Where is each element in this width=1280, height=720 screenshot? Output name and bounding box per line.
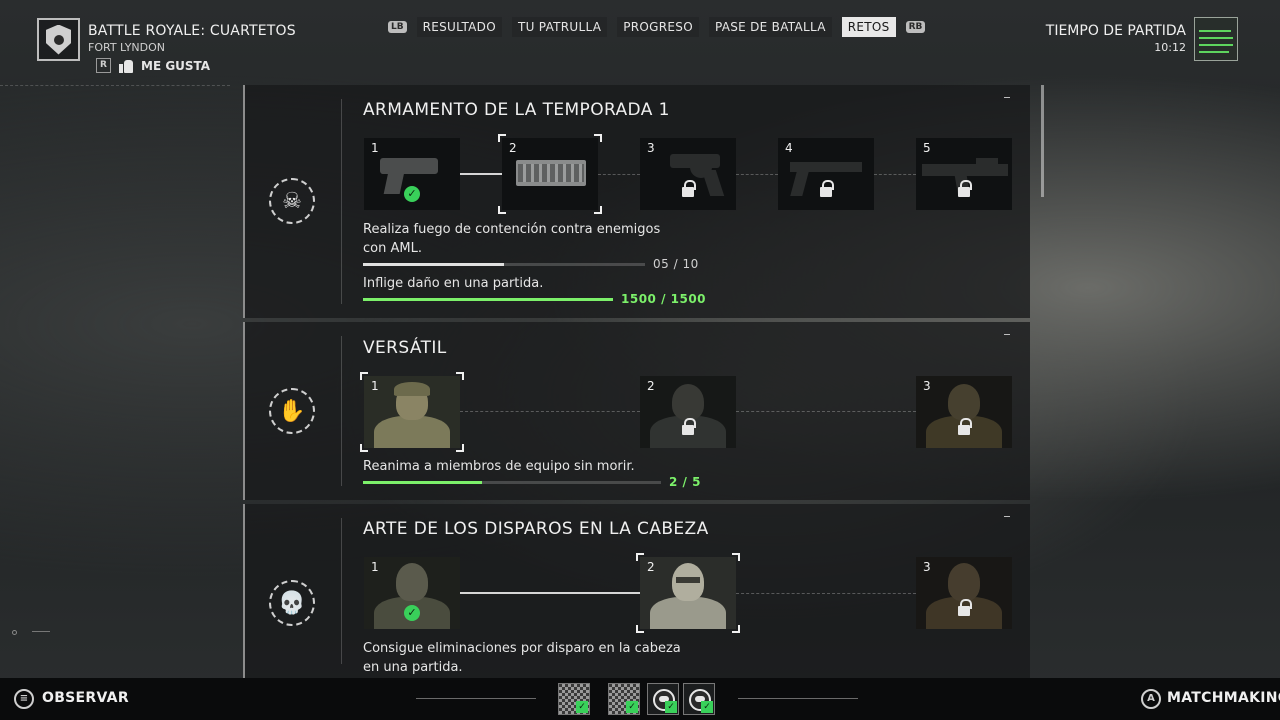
- challenge-title: VERSÁTIL: [363, 338, 447, 358]
- left-divider: [0, 85, 230, 86]
- collapse-icon[interactable]: [1004, 334, 1010, 335]
- lock-icon: [958, 180, 972, 198]
- challenge-title: ARMAMENTO DE LA TEMPORADA 1: [363, 100, 670, 120]
- completed-check-icon: ✓: [404, 605, 420, 621]
- task-description: Consigue eliminaciones por disparo en la…: [363, 641, 681, 675]
- tier-5-weapon[interactable]: 5: [916, 138, 1012, 210]
- game-mode-title: BATTLE ROYALE: CUARTETOS: [88, 23, 296, 39]
- lock-icon: [958, 418, 972, 436]
- lock-icon: [682, 418, 696, 436]
- a-button-icon[interactable]: A: [1141, 689, 1161, 709]
- rating-badge-icon: R: [96, 58, 111, 73]
- scrollbar[interactable]: [1041, 85, 1044, 197]
- tier-3-soldier-skin[interactable]: 3: [916, 376, 1012, 448]
- task-description: Inflige daño en una partida.: [363, 276, 544, 291]
- bottom-divider-right: [738, 698, 858, 699]
- left-indicator-dash: [32, 631, 50, 632]
- tier-1-weapon[interactable]: 1 ✓: [364, 138, 460, 210]
- squad-member-slot: ✓: [647, 683, 679, 715]
- performance-overlay: [1194, 17, 1238, 61]
- challenge-card[interactable]: ☠ ARMAMENTO DE LA TEMPORADA 1 1 ✓ 2 3 4 …: [243, 85, 1030, 318]
- game-mode-emblem: [37, 18, 80, 61]
- challenge-card[interactable]: 💀 ARTE DE LOS DISPAROS EN LA CABEZA 1 ✓ …: [243, 504, 1030, 678]
- check-icon: ✓: [626, 701, 638, 713]
- tab-pase-de-batalla[interactable]: PASE DE BATALLA: [708, 17, 832, 37]
- tier-4-attachment[interactable]: 4: [778, 138, 874, 210]
- task-progress-bar: [363, 298, 613, 301]
- tier-connector: [736, 593, 916, 594]
- tab-retos[interactable]: RETOS: [841, 17, 896, 37]
- hand-emblem-icon: ✋: [269, 388, 315, 434]
- squad-member-slot: ✓: [558, 683, 590, 715]
- matchmaking-button[interactable]: MATCHMAKING: [1167, 690, 1280, 706]
- tab-bar: LB RESULTADO TU PATRULLA PROGRESO PASE D…: [388, 17, 926, 37]
- tier-3-soldier-skin[interactable]: 3: [916, 557, 1012, 629]
- match-time: 10:12: [1154, 41, 1186, 54]
- tier-connector: [460, 411, 640, 412]
- completed-check-icon: ✓: [404, 186, 420, 202]
- tier-connector: [736, 411, 916, 412]
- map-name: FORT LYNDON: [88, 41, 166, 54]
- task-progress-bar: [363, 263, 645, 266]
- task-description: Realiza fuego de contención contra enemi…: [363, 222, 661, 256]
- collapse-icon[interactable]: [1004, 97, 1010, 98]
- view-button-icon[interactable]: ≡: [14, 689, 34, 709]
- lock-icon: [958, 599, 972, 617]
- lock-icon: [820, 180, 834, 198]
- tier-connector: [460, 592, 640, 594]
- tier-1-soldier-skin[interactable]: 1: [364, 376, 460, 448]
- check-icon: ✓: [576, 701, 588, 713]
- tab-progreso[interactable]: PROGRESO: [617, 17, 699, 37]
- tier-connector: [736, 174, 778, 175]
- tier-1-soldier-skin[interactable]: 1 ✓: [364, 557, 460, 629]
- lock-icon: [682, 180, 696, 198]
- tier-connector: [598, 174, 640, 175]
- challenge-title: ARTE DE LOS DISPAROS EN LA CABEZA: [363, 519, 709, 539]
- squad-member-slot: ✓: [683, 683, 715, 715]
- check-icon: ✓: [701, 701, 713, 713]
- tab-resultado[interactable]: RESULTADO: [416, 17, 502, 37]
- tier-2-soldier-skin[interactable]: 2: [640, 376, 736, 448]
- tier-connector: [874, 174, 916, 175]
- tab-tu-patrulla[interactable]: TU PATRULLA: [511, 17, 608, 37]
- challenge-card[interactable]: ✋ VERSÁTIL 1 2 3 Reanima a miembros de e…: [243, 322, 1030, 500]
- task-progress-count: 1500 / 1500: [621, 292, 707, 306]
- match-time-label: TIEMPO DE PARTIDA: [1045, 23, 1186, 39]
- collapse-icon[interactable]: [1004, 516, 1010, 517]
- tier-3-weapon[interactable]: 3: [640, 138, 736, 210]
- bottom-bar: [0, 678, 1280, 720]
- squad-member-slot: ✓: [608, 683, 640, 715]
- observe-button[interactable]: OBSERVAR: [42, 690, 129, 706]
- bottom-divider-left: [416, 698, 536, 699]
- like-label: ME GUSTA: [141, 58, 211, 73]
- skull-emblem-icon: 💀: [269, 580, 315, 626]
- thumbs-up-icon: [119, 59, 133, 73]
- check-icon: ✓: [665, 701, 677, 713]
- task-progress-bar: [363, 481, 661, 484]
- tier-2-soldier-skin[interactable]: 2: [640, 557, 736, 629]
- task-description: Reanima a miembros de equipo sin morir.: [363, 459, 635, 474]
- like-row[interactable]: R ME GUSTA: [96, 58, 210, 73]
- skull-crossed-rifles-icon: ☠: [269, 178, 315, 224]
- rb-bumper-icon[interactable]: RB: [905, 21, 926, 33]
- tier-connector: [460, 173, 502, 175]
- task-progress-count: 05 / 10: [653, 257, 699, 271]
- tier-2-attachment[interactable]: 2: [502, 138, 598, 210]
- task-progress-count: 2 / 5: [669, 475, 701, 489]
- left-indicator-dot: [12, 630, 17, 635]
- lb-bumper-icon[interactable]: LB: [388, 21, 407, 33]
